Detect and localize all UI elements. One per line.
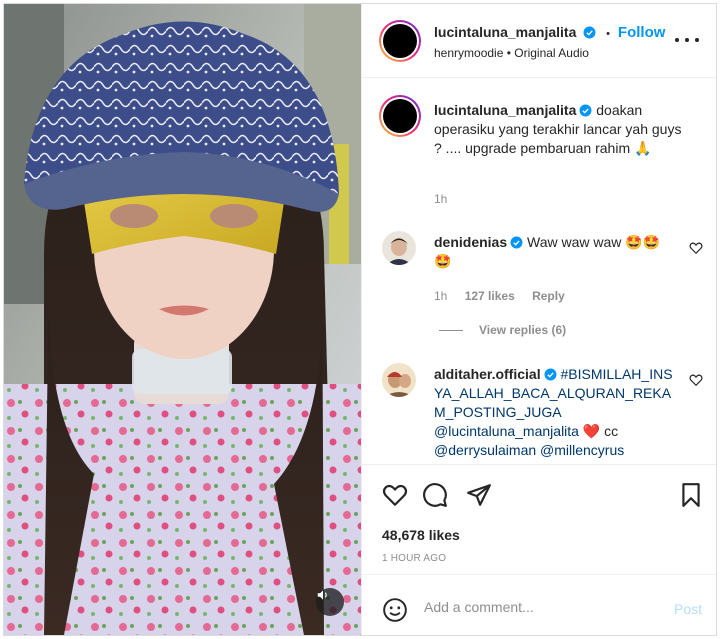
caption-text: lucintaluna_manjalita doakan operasiku y… <box>434 101 684 158</box>
comment-cc-text: cc <box>600 423 619 439</box>
post-actions: 48,678 likes 1 HOUR AGO <box>362 464 716 574</box>
post-video[interactable] <box>4 4 361 635</box>
comment-like-heart-icon[interactable] <box>689 373 703 387</box>
caption-meta: 1h <box>434 192 461 206</box>
post-details-panel: lucintaluna_manjalita • Follow henrymood… <box>361 4 716 635</box>
mention-link[interactable]: @derrysulaiman <box>434 442 536 458</box>
comment-username[interactable]: alditaher.official <box>434 366 541 382</box>
caption-username[interactable]: lucintaluna_manjalita <box>434 102 576 118</box>
author-avatar[interactable] <box>379 20 421 62</box>
video-frame-illustration <box>4 4 361 635</box>
comment-meta: 1h 127 likes Reply <box>434 289 579 303</box>
mention-link[interactable]: @lucintaluna_manjalita <box>434 423 579 439</box>
comment-icon[interactable] <box>422 482 448 508</box>
comment-text: denidenias Waw waw waw 🤩🤩🤩 <box>434 233 674 271</box>
likes-count[interactable]: 48,678 likes <box>382 527 460 543</box>
caption-author-avatar[interactable] <box>379 95 421 137</box>
comment-time[interactable]: 1h <box>434 289 447 303</box>
post-comment-button[interactable]: Post <box>674 601 702 617</box>
mention-link[interactable]: @millencyrus <box>540 442 624 458</box>
emoji-icon[interactable] <box>382 597 408 623</box>
caption-time[interactable]: 1h <box>434 192 447 206</box>
verified-badge-icon <box>544 368 557 381</box>
verified-badge-icon <box>583 26 596 39</box>
replies-divider <box>439 330 463 332</box>
red-heart-emoji: ❤️ <box>582 423 601 439</box>
post-time[interactable]: 1 HOUR AGO <box>382 553 446 564</box>
sound-toggle-button[interactable] <box>316 588 344 616</box>
comment-likes[interactable]: 127 likes <box>465 289 515 303</box>
speaker-icon <box>317 590 327 600</box>
comment-text: alditaher.official #BISMILLAH_INSYA_ALLA… <box>434 365 674 460</box>
author-username[interactable]: lucintaluna_manjalita <box>434 24 576 40</box>
send-icon[interactable] <box>466 482 492 508</box>
follow-button[interactable]: Follow <box>618 24 666 41</box>
audio-info[interactable]: henrymoodie • Original Audio <box>434 46 589 60</box>
bookmark-icon[interactable] <box>678 482 704 508</box>
comment-username[interactable]: denidenias <box>434 234 507 250</box>
verified-badge-icon <box>579 104 592 117</box>
verified-badge-icon <box>510 236 523 249</box>
commenter-avatar[interactable] <box>382 363 416 397</box>
more-options-icon[interactable] <box>675 32 699 48</box>
heart-icon[interactable] <box>382 482 408 508</box>
comment-like-heart-icon[interactable] <box>689 241 703 255</box>
reply-button[interactable]: Reply <box>532 289 565 303</box>
post-header: lucintaluna_manjalita • Follow henrymood… <box>362 4 716 78</box>
instagram-post-modal: lucintaluna_manjalita • Follow henrymood… <box>3 3 717 636</box>
separator-dot: • <box>606 28 611 40</box>
author-row: lucintaluna_manjalita • Follow <box>434 24 665 41</box>
commenter-avatar[interactable] <box>382 231 416 265</box>
add-comment-bar: Post <box>362 574 716 635</box>
view-replies-button[interactable]: View replies (6) <box>434 323 566 337</box>
comment-input[interactable] <box>424 599 654 615</box>
view-replies-label: View replies (6) <box>479 323 567 337</box>
comments-list: lucintaluna_manjalita doakan operasiku y… <box>362 79 716 464</box>
